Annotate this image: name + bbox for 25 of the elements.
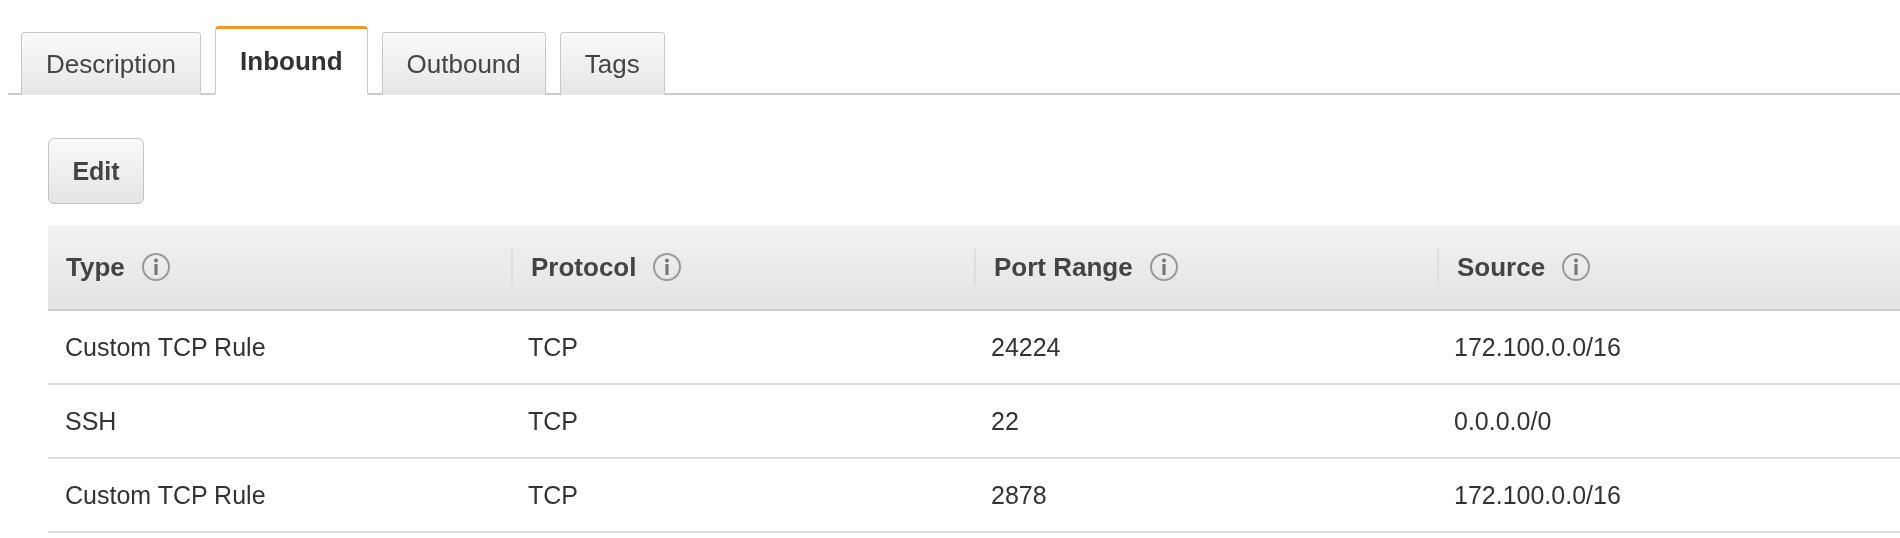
table-cell: Custom TCP Rule [65, 332, 266, 361]
info-icon[interactable] [1561, 252, 1592, 282]
tab[interactable]: Outbound [381, 32, 546, 95]
table-cell: 172.100.0.0/16 [1454, 480, 1621, 509]
column-header: Type [66, 251, 125, 283]
table-cell: SSH [65, 406, 117, 435]
info-icon[interactable] [140, 252, 171, 282]
table-cell: 0.0.0.0/0 [1454, 406, 1552, 435]
table-cell: TCP [528, 332, 578, 361]
table-cell: 172.100.0.0/16 [1454, 332, 1621, 361]
info-icon[interactable] [652, 252, 683, 282]
edit-button[interactable]: Edit [48, 138, 144, 204]
column-header: Protocol [531, 251, 637, 283]
info-icon[interactable] [1148, 252, 1179, 282]
tab[interactable]: Tags [559, 32, 665, 95]
table-cell: 24224 [991, 332, 1061, 361]
tab[interactable]: Inbound [215, 26, 368, 95]
table-cell: 22 [991, 406, 1019, 435]
column-header: Source [1457, 251, 1546, 283]
table-cell: 2878 [991, 480, 1047, 509]
table-cell: Custom TCP Rule [65, 480, 266, 509]
table-cell: TCP [528, 480, 578, 509]
tab[interactable]: Description [21, 32, 202, 95]
table-cell: TCP [528, 406, 578, 435]
column-header: Port Range [994, 251, 1133, 283]
